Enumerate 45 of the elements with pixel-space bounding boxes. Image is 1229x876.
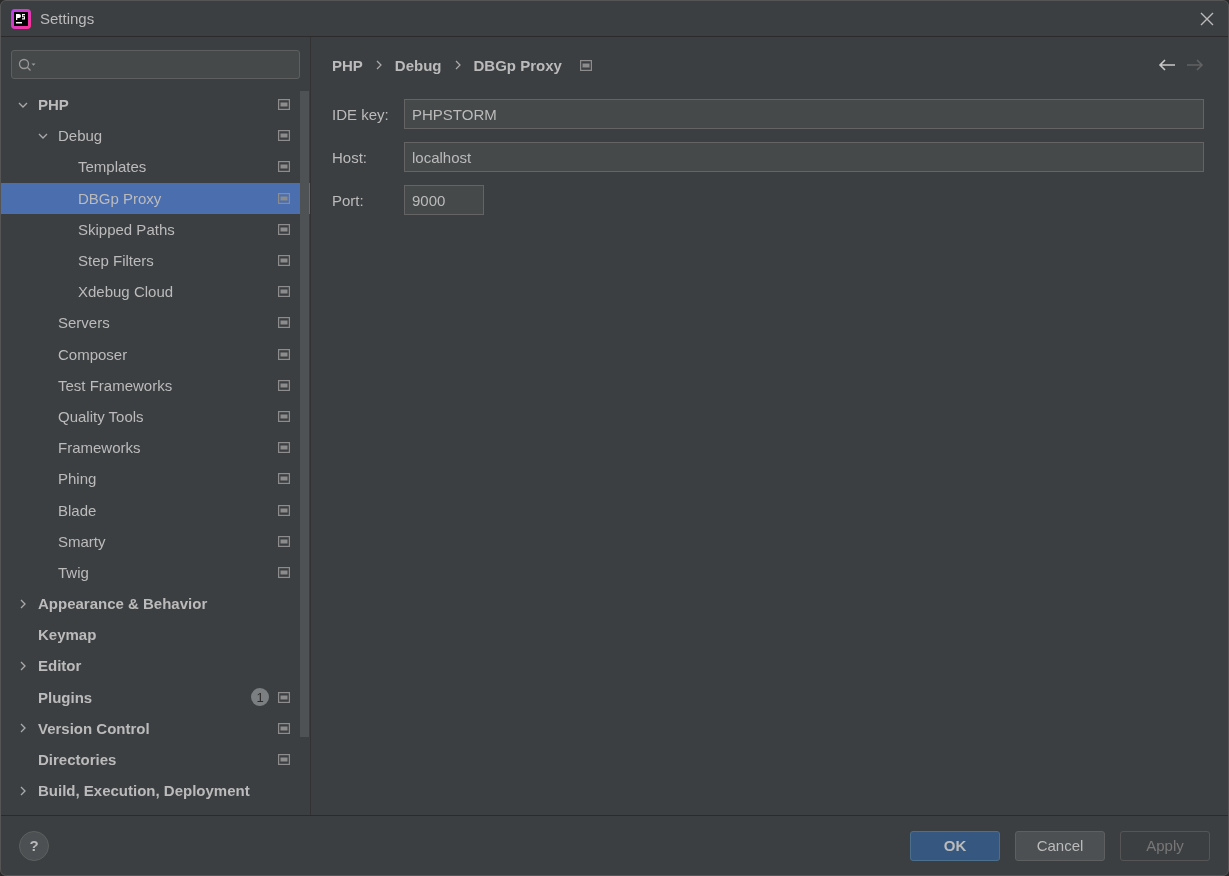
app-logo-icon xyxy=(11,8,31,29)
field-label: Host: xyxy=(332,148,368,166)
tree-item[interactable]: Quality Tools xyxy=(1,400,310,433)
tree-item[interactable]: Blade xyxy=(1,494,310,526)
project-scope-icon xyxy=(579,59,592,71)
tree-item[interactable]: Templates xyxy=(1,151,310,183)
tree-item[interactable]: Test Frameworks xyxy=(1,369,310,401)
input-field[interactable]: PHPSTORM xyxy=(404,99,1204,129)
search-icon xyxy=(18,57,38,72)
tree-item[interactable]: Servers xyxy=(1,307,310,339)
tree-item[interactable]: Phing xyxy=(1,463,310,495)
tree-item[interactable]: Appearance & Behavior xyxy=(1,588,310,620)
field-label: Port: xyxy=(332,191,365,209)
tree-item[interactable]: Smarty xyxy=(1,525,310,557)
tree-item[interactable]: PHP xyxy=(1,89,310,121)
field-label: IDE key: xyxy=(332,105,390,123)
breadcrumb-item[interactable]: Debug xyxy=(394,56,442,74)
help-button[interactable]: ? xyxy=(19,830,49,861)
tree-item[interactable]: Build, Execution, Deployment xyxy=(1,775,310,807)
tree-item[interactable]: Directories xyxy=(1,743,310,776)
chevron-right-icon xyxy=(374,60,383,70)
tree-item[interactable]: Composer xyxy=(1,338,310,370)
scrollbar-thumb[interactable] xyxy=(300,91,309,737)
tree-item[interactable]: Frameworks xyxy=(1,432,310,464)
tree-item[interactable]: Step Filters xyxy=(1,244,310,277)
tree-item[interactable]: Version Control xyxy=(1,712,310,744)
tree-item[interactable]: Twig xyxy=(1,556,310,588)
tree-item[interactable]: Keymap xyxy=(1,619,310,651)
tree-item[interactable]: Debug xyxy=(1,120,310,152)
tree-item[interactable]: Skipped Paths xyxy=(1,213,310,245)
count-badge: 1 xyxy=(251,688,269,707)
tree-item[interactable]: Xdebug Cloud xyxy=(1,276,310,308)
ok-button[interactable]: OK xyxy=(910,830,1000,861)
input-field[interactable]: localhost xyxy=(404,142,1204,172)
dialog-button[interactable]: Cancel xyxy=(1015,830,1105,861)
breadcrumb-item[interactable]: DBGp Proxy xyxy=(473,56,562,74)
tree-item[interactable]: Editor xyxy=(1,650,310,682)
window-title: Settings xyxy=(40,10,95,27)
close-icon[interactable] xyxy=(1200,11,1214,26)
input-field[interactable]: 9000 xyxy=(404,185,484,215)
tree-item[interactable]: Plugins 1 xyxy=(1,681,310,713)
breadcrumb-item[interactable]: PHP xyxy=(332,56,363,74)
chevron-right-icon xyxy=(453,60,462,70)
search-field[interactable] xyxy=(11,50,300,79)
back-arrow-icon[interactable] xyxy=(1158,58,1176,72)
